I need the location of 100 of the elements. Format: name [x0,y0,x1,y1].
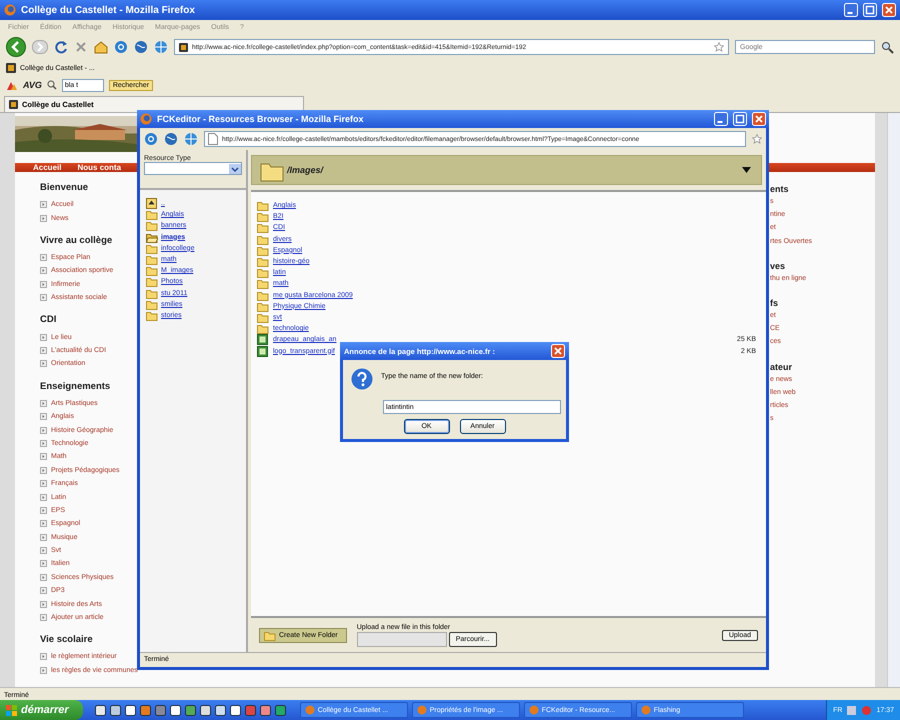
maximize-button[interactable] [733,112,747,126]
bullet-icon [40,267,47,274]
folder-icon [146,242,158,254]
folder-icon [257,290,269,301]
folder-icon [257,323,269,334]
star-icon[interactable] [714,42,724,52]
circle-icon[interactable] [144,132,158,146]
app-icon[interactable] [124,704,136,716]
window-title: Collège du Castellet - Mozilla Firefox [21,4,196,16]
reload-icon[interactable] [54,40,68,54]
globe-icon[interactable] [164,132,178,146]
bullet-icon [40,587,47,594]
app-icon[interactable] [170,704,181,716]
app-icon[interactable] [110,704,121,716]
star-icon[interactable] [752,134,762,144]
bullet-icon [40,440,47,447]
firefox-icon [140,113,152,125]
image-file-icon [257,334,269,346]
section-heading: Vivre au collège [40,234,112,246]
section-heading: Vie scolaire [40,634,93,646]
section-heading: Enseignements [40,380,110,392]
bullet-icon [40,214,47,222]
folder-icon [146,265,158,276]
close-button[interactable] [882,3,896,17]
window-title: FCKeditor - Resources Browser - Mozilla Firefox [157,114,365,124]
app-icon [640,705,651,715]
globe-icon[interactable] [184,132,198,146]
bullet-icon [40,294,47,302]
site-icon [9,100,18,109]
dropdown-icon[interactable] [229,164,241,174]
search-icon[interactable] [881,40,894,54]
app-icon [528,705,539,715]
folder-icon [146,276,158,288]
app-icon [416,705,427,715]
bullet-icon [40,614,47,622]
firefox-icon [4,4,16,16]
folder-icon [264,630,276,640]
bullet-icon [40,653,47,660]
page-icon [208,133,218,145]
bullet-icon [40,547,47,554]
minimize-button[interactable] [844,3,858,17]
section-heading: ves [770,260,786,273]
bullet-icon [40,494,47,500]
app-icon[interactable] [200,704,211,716]
section-heading: Bienvenue [40,182,88,194]
bullet-icon [40,400,47,407]
bullet-icon [40,520,47,528]
site-icon [179,42,188,52]
bullet-icon [40,254,47,262]
file-input[interactable] [356,632,447,646]
home-icon[interactable] [94,40,108,54]
folder-icon [257,222,269,234]
folder-icon [257,300,269,312]
folder-icon [257,256,269,268]
bullet-icon [40,426,47,434]
bullet-icon [40,480,47,488]
folder-icon [257,278,269,290]
folder-icon [146,209,158,220]
bullet-icon [40,280,47,288]
back-button[interactable] [6,37,26,57]
app-icon[interactable] [94,704,106,716]
folder-icon [146,220,158,232]
section-heading: ents [770,184,790,196]
section-heading: ateur [770,362,794,374]
close-button[interactable] [752,112,766,126]
folder-icon [257,244,269,256]
bullet-icon [40,666,47,674]
maximize-button[interactable] [863,3,877,17]
toolbar-logo: AVG [23,80,42,90]
globe-icon[interactable] [134,40,148,54]
bullet-icon [40,360,47,368]
section-heading: CDI [40,314,56,326]
app-icon[interactable] [230,704,241,716]
nav-link[interactable]: Nous conta [77,163,122,172]
bullet-icon [40,334,47,341]
minimize-button[interactable] [714,112,728,126]
bullet-icon [40,574,47,581]
app-icon[interactable] [260,704,271,716]
avg-icon [6,80,18,90]
folder-icon [146,232,158,243]
app-icon [304,705,315,715]
nav-link[interactable]: Accueil [33,163,62,172]
bullet-icon [40,600,47,608]
bullet-icon [40,506,47,514]
app-icon[interactable] [214,704,226,716]
bullet-icon [40,346,47,354]
globe-icon[interactable] [154,40,168,54]
question-icon [351,368,373,390]
up-folder-icon [146,198,158,210]
current-folder-path: /Images/ [287,165,325,175]
bullet-icon [40,466,47,474]
close-button[interactable] [551,344,565,358]
scrollbar[interactable] [887,113,900,687]
search-icon[interactable] [46,80,57,90]
site-icon [6,63,16,73]
circle-icon[interactable] [114,40,128,54]
folder-icon [257,234,269,245]
dropdown-icon[interactable] [742,167,751,173]
start-button[interactable]: démarrer [0,700,83,720]
folder-icon [257,312,269,323]
